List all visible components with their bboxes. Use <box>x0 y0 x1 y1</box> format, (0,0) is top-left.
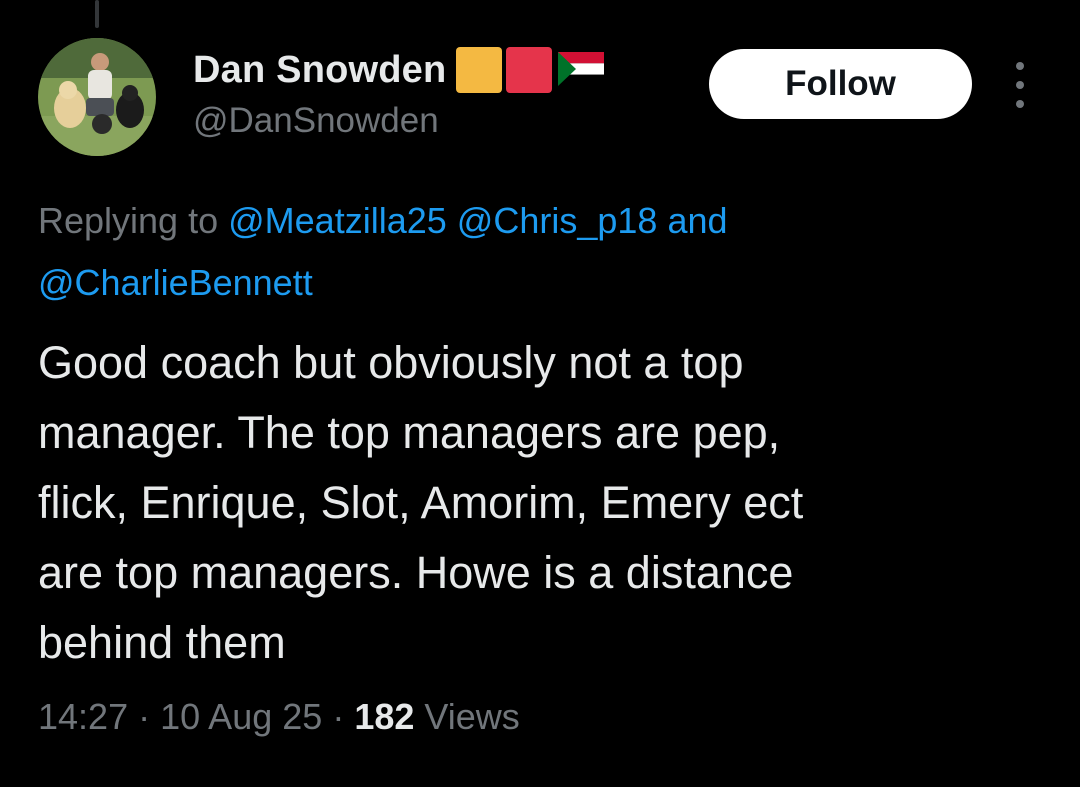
yellow-square-emoji-icon <box>456 47 503 93</box>
reply-context-conjunction[interactable]: and <box>667 200 727 241</box>
author-handle[interactable]: @DanSnowden <box>193 101 439 141</box>
tweet-text: Good coach but obviously not a top manag… <box>38 337 804 668</box>
more-dot <box>1016 100 1024 108</box>
more-dots-vertical-icon[interactable] <box>1005 62 1035 108</box>
mention-link[interactable]: @Meatzilla25 <box>228 200 447 241</box>
meta-separator: · <box>138 696 151 737</box>
reply-context-prefix: Replying to <box>38 200 219 241</box>
views-label: Views <box>424 696 520 737</box>
tweet-date[interactable]: 10 Aug 25 <box>160 696 322 737</box>
tweet-time[interactable]: 14:27 <box>38 696 128 737</box>
avatar-photo <box>38 38 156 156</box>
more-dot <box>1016 62 1024 70</box>
avatar[interactable] <box>38 38 156 156</box>
red-square-emoji-icon <box>506 47 553 93</box>
mention-link[interactable]: @CharlieBennett <box>38 262 313 303</box>
views-count: 182 <box>354 696 415 737</box>
mention-link[interactable]: @Chris_p18 <box>457 200 658 241</box>
tweet-meta: 14:27 · 10 Aug 25 · 182 Views <box>38 696 520 738</box>
author-name-row[interactable]: Dan Snowden <box>193 46 605 94</box>
more-dot <box>1016 81 1024 89</box>
reply-context: Replying to @Meatzilla25 @Chris_p18 and @… <box>38 190 1038 314</box>
follow-button[interactable]: Follow <box>709 49 972 119</box>
meta-separator: · <box>332 696 345 737</box>
author-display-name[interactable]: Dan Snowden <box>193 49 446 92</box>
sudan-flag-icon <box>558 51 605 91</box>
thread-connector-line <box>95 0 99 28</box>
